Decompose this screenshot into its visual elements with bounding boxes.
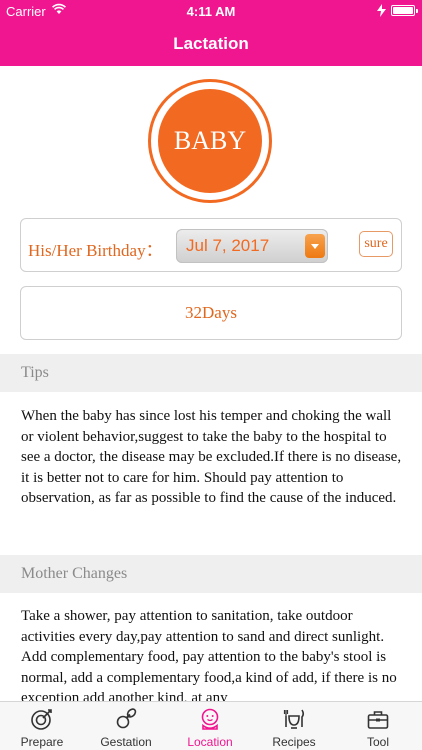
tips-text: When the baby has since lost his temper … [21,408,402,506]
bowl-utensils-icon [283,709,305,729]
tab-tool[interactable]: Tool [336,702,420,750]
page-title: Lactation [173,34,249,53]
baby-avatar-label: BABY [158,89,262,193]
charging-icon [377,4,386,17]
chevron-down-icon[interactable] [305,234,325,258]
mother-changes-text: Take a shower, pay attention to sanitati… [21,608,397,706]
days-result: 32Days [20,286,402,340]
birthday-panel: His/Her Birthday： Jul 7, 2017 sure [20,218,402,272]
birthday-date-picker[interactable]: Jul 7, 2017 [176,229,328,263]
tab-bar: Prepare Gestation Location Recipes Tool [0,701,422,750]
tab-label: Location [187,735,233,749]
pacifier-icon [116,708,137,729]
pacifier-target-icon [31,709,52,730]
tips-header: Tips [0,354,422,392]
tab-location[interactable]: Location [168,702,252,750]
tab-label: Tool [366,735,389,749]
toolbox-icon [367,711,389,729]
mother-changes-header: Mother Changes [0,555,422,593]
mother-changes-header-label: Mother Changes [21,565,128,582]
tab-label: Gestation [100,735,152,749]
nav-bar: Lactation [0,22,422,66]
sure-button[interactable]: sure [359,231,393,257]
tab-recipes[interactable]: Recipes [252,702,336,750]
tab-prepare[interactable]: Prepare [0,702,84,750]
status-bar: Carrier 4:11 AM [0,0,422,22]
tab-label: Recipes [272,735,316,749]
birthday-label: His/Her Birthday： [28,241,163,260]
battery-icon [391,5,418,16]
tips-header-label: Tips [21,364,49,381]
baby-face-icon [201,708,219,730]
tab-gestation[interactable]: Gestation [84,702,168,750]
tab-label: Prepare [20,735,64,749]
clock: 4:11 AM [186,4,236,19]
birthday-date-value: Jul 7, 2017 [186,236,270,255]
baby-avatar[interactable]: BABY [148,79,272,203]
